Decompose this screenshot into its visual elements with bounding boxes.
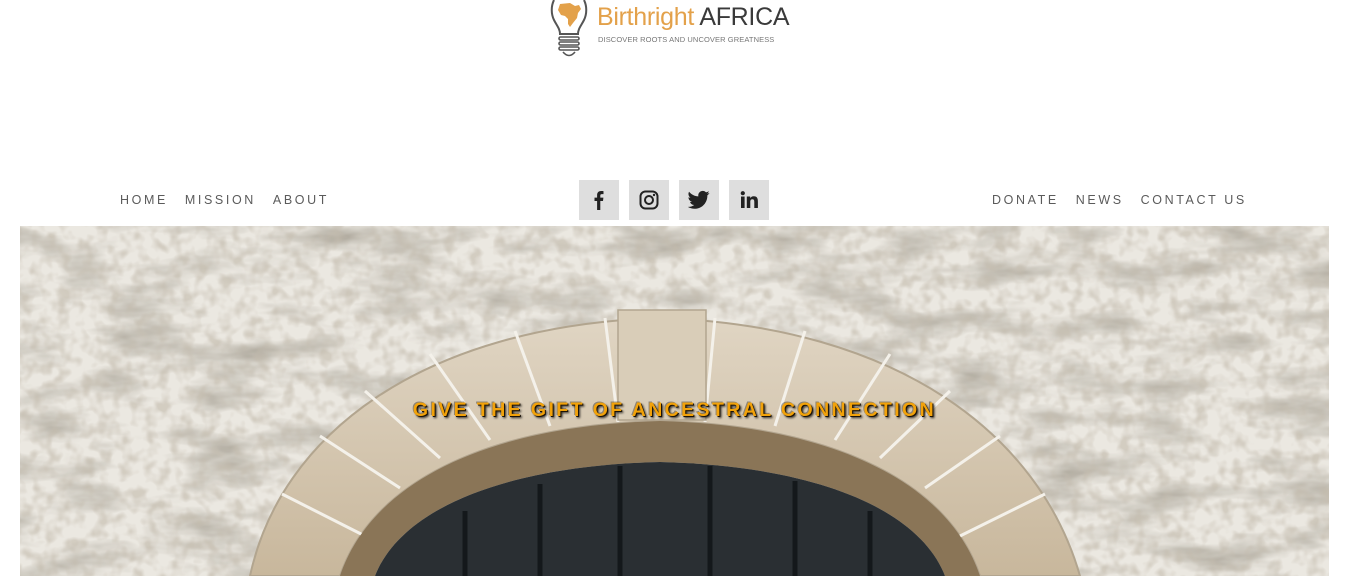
- social-links: [579, 180, 769, 220]
- linkedin-icon: [740, 191, 758, 208]
- nav-about[interactable]: ABOUT: [273, 190, 329, 210]
- brand-name-part1: Birthright: [597, 3, 695, 31]
- twitter-link[interactable]: [679, 180, 719, 220]
- hero-heading: GIVE THE GIFT OF ANCESTRAL CONNECTION: [412, 399, 937, 421]
- nav-news[interactable]: NEWS: [1076, 190, 1124, 210]
- facebook-link[interactable]: [579, 180, 619, 220]
- twitter-icon: [688, 190, 710, 209]
- main-nav-right: DONATE NEWS CONTACT US: [992, 190, 1247, 210]
- nav-donate[interactable]: DONATE: [992, 190, 1059, 210]
- brand-name-part2: AFRICA: [699, 3, 790, 31]
- page: Birthright AFRICA DISCOVER ROOTS AND UNC…: [0, 0, 1349, 576]
- main-nav-left: HOME MISSION ABOUT: [120, 190, 329, 210]
- facebook-icon: [594, 191, 604, 210]
- brand-name: Birthright AFRICA: [597, 2, 790, 32]
- nav-home[interactable]: HOME: [120, 190, 168, 210]
- site-logo[interactable]: Birthright AFRICA DISCOVER ROOTS AND UNC…: [548, 0, 808, 60]
- linkedin-link[interactable]: [729, 180, 769, 220]
- nav-mission[interactable]: MISSION: [185, 190, 256, 210]
- hero-banner: GIVE THE GIFT OF ANCESTRAL CONNECTION: [20, 226, 1329, 576]
- brand-tagline: DISCOVER ROOTS AND UNCOVER GREATNESS: [598, 35, 775, 44]
- nav-contact-us[interactable]: CONTACT US: [1141, 190, 1247, 210]
- instagram-link[interactable]: [629, 180, 669, 220]
- instagram-icon: [639, 190, 659, 210]
- lightbulb-africa-icon: [548, 0, 590, 65]
